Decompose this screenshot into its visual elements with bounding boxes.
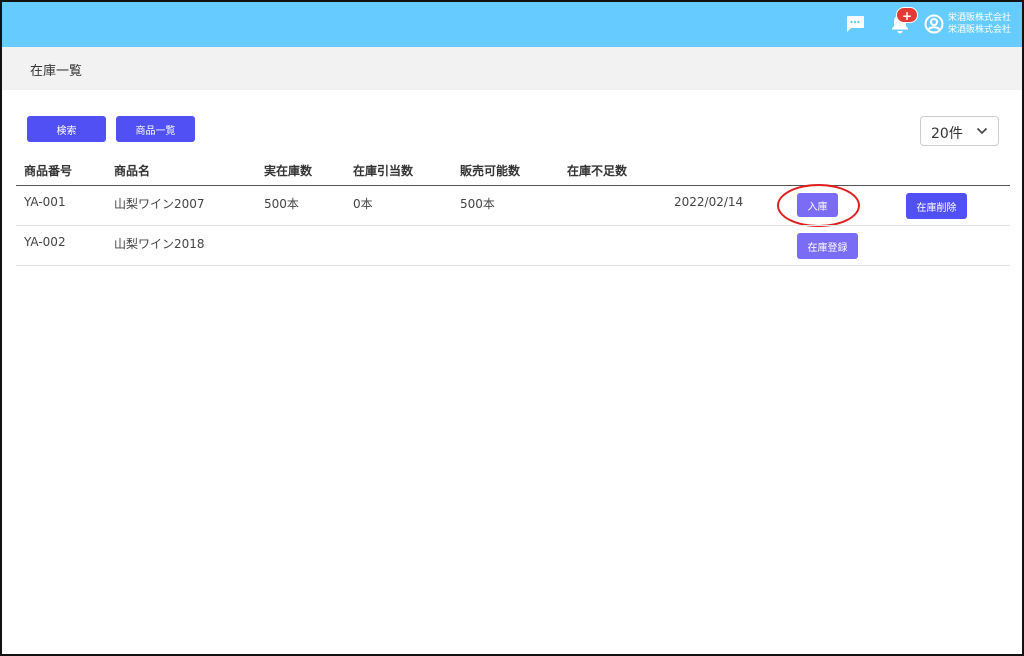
company-name: 栄酒販株式会社 栄酒販株式会社 [948,12,1011,36]
notification-badge: + [896,7,918,23]
column-header-sellable: 販売可能数 [460,164,521,178]
column-header-code: 商品番号 [24,164,73,178]
cell-product-name: 山梨ワイン2007 [114,197,205,211]
cell-product-name: 山梨ワイン2018 [114,237,205,251]
page-header: 在庫一覧 [2,47,1022,90]
row-divider [16,265,1010,266]
app-window: + 栄酒販株式会社 栄酒販株式会社 在庫一覧 検索 商品一覧 20件 商品番号 … [0,0,1024,656]
cell-product-code: YA-002 [24,235,66,249]
column-header-allocated: 在庫引当数 [353,164,414,178]
search-button[interactable]: 検索 [27,116,106,142]
per-page-value: 20件 [931,126,963,142]
column-header-actual-stock: 実在庫数 [264,164,313,178]
product-list-button[interactable]: 商品一覧 [116,116,195,142]
cell-product-code: YA-001 [24,195,66,209]
company-name-line1: 栄酒販株式会社 [948,13,1012,23]
top-app-bar: + 栄酒販株式会社 栄酒販株式会社 [2,2,1022,47]
highlight-circle [777,184,860,227]
company-name-line2: 栄酒販株式会社 [948,25,1012,35]
account-circle-icon[interactable] [923,13,945,35]
chat-icon[interactable] [844,12,866,34]
cell-allocated: 0本 [353,197,373,211]
register-stock-button[interactable]: 在庫登録 [797,233,858,259]
column-header-name: 商品名 [114,164,151,178]
cell-date: 2022/02/14 [674,195,744,209]
column-header-shortage: 在庫不足数 [567,164,628,178]
cell-actual-stock: 500本 [264,197,299,211]
row-divider [16,225,1010,226]
page-title: 在庫一覧 [30,64,83,79]
delete-stock-button[interactable]: 在庫削除 [906,193,967,219]
cell-sellable: 500本 [460,197,495,211]
chevron-down-icon [976,127,988,135]
table-header-divider [16,185,1010,186]
per-page-select[interactable]: 20件 [920,116,999,146]
